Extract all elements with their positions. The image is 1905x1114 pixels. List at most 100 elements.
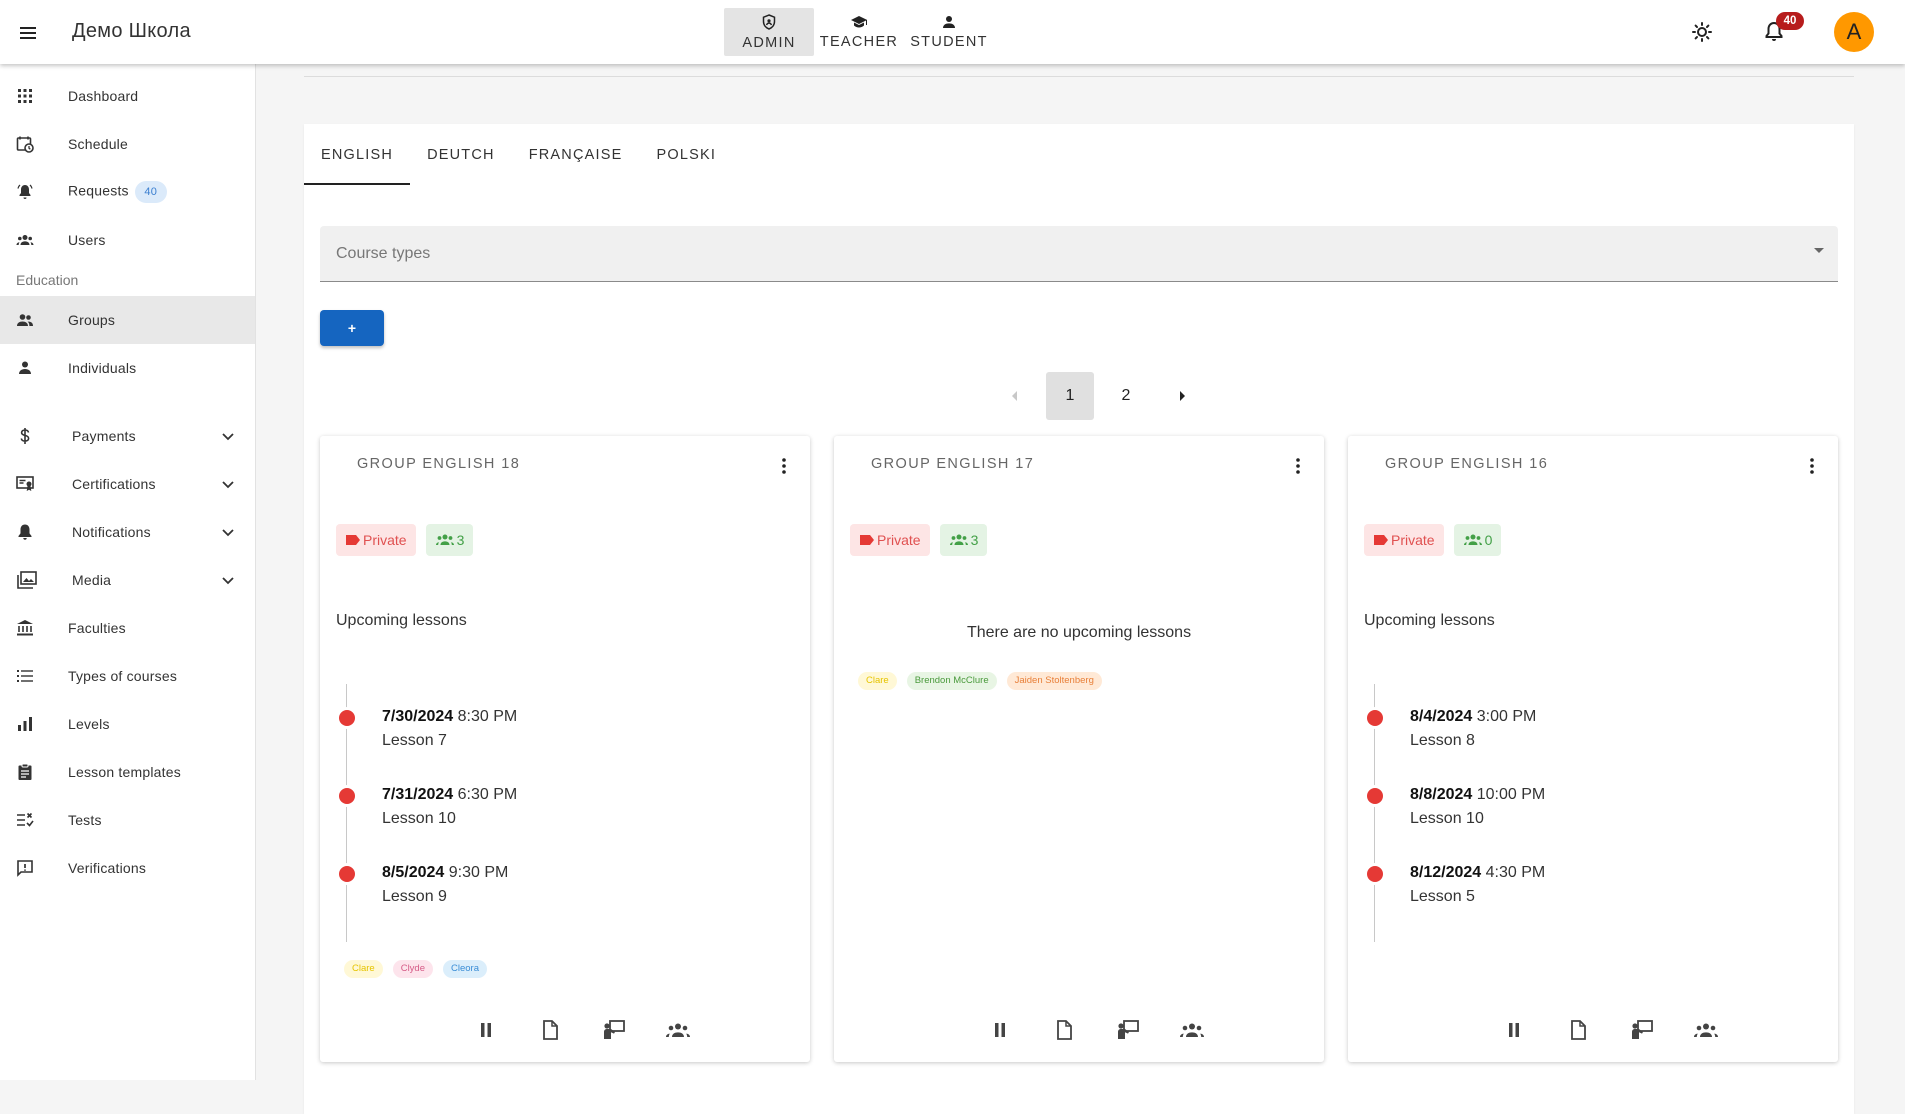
student-chip[interactable]: Clare <box>858 672 897 690</box>
lesson-date: 7/30/2024 <box>382 708 454 725</box>
tab-deutch[interactable]: DEUTCH <box>410 124 512 185</box>
sidebar-item-label: Tests <box>68 812 102 828</box>
sidebar-item-course-types[interactable]: Types of courses <box>0 652 255 700</box>
members-button[interactable] <box>1160 1014 1224 1046</box>
teacher-button[interactable] <box>1096 1014 1160 1046</box>
group-card-chips: Private 3 <box>850 524 997 556</box>
sidebar-item-certifications[interactable]: Certifications <box>0 460 255 508</box>
sidebar-item-media[interactable]: Media <box>0 556 255 604</box>
sidebar-item-label: Types of courses <box>68 668 178 684</box>
more-vertical-icon[interactable] <box>774 456 794 476</box>
sidebar-item-payments[interactable]: Payments <box>0 412 255 460</box>
sidebar-item-dashboard[interactable]: Dashboard <box>0 72 255 120</box>
role-tab-teacher[interactable]: TEACHER <box>814 8 904 56</box>
more-vertical-icon[interactable] <box>1802 456 1822 476</box>
student-chip[interactable]: Clyde <box>392 960 433 978</box>
menu-icon[interactable] <box>16 20 40 44</box>
group-card-actions <box>454 1014 710 1046</box>
student-chips: Clare Brendon McClure Jaiden Stoltenberg <box>858 672 1112 690</box>
bell-icon <box>18 524 32 540</box>
sidebar-item-label: Dashboard <box>68 88 139 104</box>
pagination-prev[interactable] <box>990 372 1038 420</box>
group-card-actions <box>1482 1014 1738 1046</box>
add-group-button[interactable]: + <box>320 310 384 346</box>
label-icon <box>1374 535 1388 545</box>
teacher-button[interactable] <box>1610 1014 1674 1046</box>
members-button[interactable] <box>646 1014 710 1046</box>
document-button[interactable] <box>518 1014 582 1046</box>
pause-button[interactable] <box>454 1014 518 1046</box>
sidebar-item-schedule[interactable]: Schedule <box>0 120 255 168</box>
tab-english[interactable]: ENGLISH <box>304 124 411 185</box>
document-button[interactable] <box>1546 1014 1610 1046</box>
sidebar-item-requests[interactable]: Requests 40 <box>0 168 255 216</box>
chevron-down-icon <box>222 577 234 585</box>
brightness-icon[interactable] <box>1690 20 1714 44</box>
sidebar-item-label-wrap: Requests 40 <box>68 181 167 203</box>
teacher-button[interactable] <box>582 1014 646 1046</box>
groups-panel: ENGLISH DEUTCH FRANÇAISE POLSKI Course t… <box>304 124 1854 1114</box>
lesson-name: Lesson 8 <box>1410 732 1475 749</box>
top-app-bar: Демо Школа ADMIN TEACHER STUDENT 40 A <box>0 0 1905 64</box>
users-icon <box>1463 534 1482 545</box>
student-chip[interactable]: Brendon McClure <box>906 672 997 690</box>
lesson-time: 4:30 PM <box>1485 864 1546 881</box>
lesson-name: Lesson 9 <box>382 888 447 905</box>
language-tabs: ENGLISH DEUTCH FRANÇAISE POLSKI <box>304 124 733 185</box>
group-card: GROUP ENGLISH 16 Private 0 Upcoming less… <box>1348 436 1838 1062</box>
type-chip: Private <box>1364 524 1444 556</box>
lesson-datetime: 7/30/2024 8:30 PM <box>382 708 517 726</box>
lesson-time: 3:00 PM <box>1476 708 1537 725</box>
members-button[interactable] <box>1674 1014 1738 1046</box>
teacher-icon <box>1632 1020 1653 1039</box>
checklist-icon <box>17 812 34 827</box>
chevron-down-icon <box>222 529 234 537</box>
group-card-actions <box>968 1014 1224 1046</box>
document-button[interactable] <box>1032 1014 1096 1046</box>
main-content: ENGLISH DEUTCH FRANÇAISE POLSKI Course t… <box>257 64 1905 1114</box>
course-types-select[interactable]: Course types <box>320 226 1838 282</box>
lesson-date: 8/5/2024 <box>382 864 445 881</box>
lesson-date: 8/12/2024 <box>1410 864 1482 881</box>
no-upcoming-lessons-text: There are no upcoming lessons <box>966 624 1192 641</box>
role-switcher: ADMIN TEACHER STUDENT <box>724 8 994 56</box>
sidebar-item-levels[interactable]: Levels <box>0 700 255 748</box>
teacher-icon <box>604 1020 625 1039</box>
chevron-down-icon <box>222 481 234 489</box>
more-vertical-icon[interactable] <box>1288 456 1308 476</box>
lesson-date: 8/8/2024 <box>1410 786 1473 803</box>
role-tab-student[interactable]: STUDENT <box>904 8 994 56</box>
avatar[interactable]: A <box>1834 12 1874 52</box>
sidebar-item-label: Levels <box>68 716 110 732</box>
pause-button[interactable] <box>1482 1014 1546 1046</box>
sidebar-item-notifications[interactable]: Notifications <box>0 508 255 556</box>
sidebar-item-label: Certifications <box>72 476 156 492</box>
pagination-page-2[interactable]: 2 <box>1102 372 1150 420</box>
student-chip[interactable]: Clare <box>344 960 383 978</box>
sidebar-item-faculties[interactable]: Faculties <box>0 604 255 652</box>
chevron-right-icon <box>1179 391 1185 401</box>
lesson-datetime: 7/31/2024 6:30 PM <box>382 786 517 804</box>
sidebar-item-label: Notifications <box>72 524 151 540</box>
pagination-next[interactable] <box>1158 372 1206 420</box>
sidebar-item-users[interactable]: Users <box>0 216 255 264</box>
course-types-placeholder: Course types <box>336 245 431 262</box>
tab-polski[interactable]: POLSKI <box>639 124 733 185</box>
sidebar-item-lesson-templates[interactable]: Lesson templates <box>0 748 255 796</box>
student-chip[interactable]: Cleora <box>443 960 487 978</box>
role-tab-label: STUDENT <box>910 33 988 50</box>
calendar-clock-icon <box>16 136 34 153</box>
role-tab-label: TEACHER <box>819 33 899 50</box>
sidebar-item-label: Payments <box>72 428 136 444</box>
sidebar-item-tests[interactable]: Tests <box>0 796 255 844</box>
student-chip[interactable]: Jaiden Stoltenberg <box>1006 672 1102 690</box>
tab-francaise[interactable]: FRANÇAISE <box>512 124 640 185</box>
pagination-page-1[interactable]: 1 <box>1046 372 1094 420</box>
pause-button[interactable] <box>968 1014 1032 1046</box>
role-tab-admin[interactable]: ADMIN <box>724 8 814 56</box>
student-chips: Clare Clyde Cleora <box>344 960 497 978</box>
sidebar-item-verifications[interactable]: Verifications <box>0 844 255 892</box>
sidebar-item-individuals[interactable]: Individuals <box>0 344 255 392</box>
sidebar-item-groups[interactable]: Groups <box>0 296 255 344</box>
